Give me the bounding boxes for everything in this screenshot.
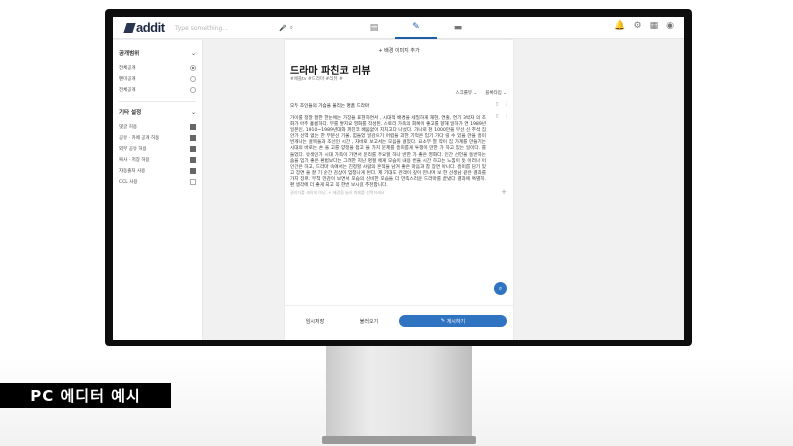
monitor: addit Type something... 🎤 ⌕ ▤ ✎ ▬ 🔔 ⚙ ▦ … (105, 9, 692, 346)
document-icon: ▤ (369, 23, 379, 33)
block-handles: ⠿ ⋮ (495, 114, 509, 120)
monitor-stand (326, 346, 472, 442)
visibility-section-header[interactable]: 공개범위 ⌄ (119, 49, 196, 58)
post-title[interactable]: 드라마 파친코 리뷰 (290, 62, 371, 77)
add-cover-image-link[interactable]: + 배경 이미지 추가 (285, 47, 513, 54)
magnify-icon: ⌕ (498, 284, 503, 292)
screen: addit Type something... 🎤 ⌕ ▤ ✎ ▬ 🔔 ⚙ ▦ … (113, 17, 684, 340)
setting-option[interactable]: 공유 · 카페 공개 허용 (119, 132, 196, 143)
bell-icon[interactable]: 🔔 (614, 21, 625, 31)
setting-option-label: 외부 공유 허용 (119, 146, 147, 152)
pencil-icon: ✎ (412, 22, 420, 32)
setting-option-label: CCL 사용 (119, 179, 138, 185)
header-actions: 🔔 ⚙ ▦ ◉ (614, 21, 674, 31)
paragraph-block[interactable]: 모두 조인들의 가슴을 울리는 명품 드라마 (290, 103, 495, 109)
tab-chat[interactable]: ▬ (437, 17, 479, 39)
editor-options: 스크롤뷰 ⌄ 블록타입 ⌄ (455, 90, 507, 96)
radio-button[interactable] (190, 86, 196, 93)
visibility-option[interactable]: 전체공개 (119, 62, 196, 73)
setting-option[interactable]: 외부 공유 허용 (119, 143, 196, 154)
top-bar: addit Type something... 🎤 ⌕ ▤ ✎ ▬ 🔔 ⚙ ▦ … (113, 17, 684, 39)
editor-panel: + 배경 이미지 추가 드라마 파친코 리뷰 #애플tv #드라마 #리뷰 # … (285, 40, 513, 340)
view-mode-label: 스크롤뷰 (455, 91, 472, 96)
block-menu-icon[interactable]: ⋮ (504, 114, 509, 120)
gear-icon[interactable]: ⚙ (634, 21, 642, 31)
paragraph-block[interactable]: 가이를 정말 잘한 한눈에는 가장을 표현하면서 , 시대적 배경을 세밀하게 … (290, 116, 486, 189)
setting-option-label: 복사 · 저장 허용 (119, 157, 150, 163)
drag-handle-icon[interactable]: ⠿ (495, 114, 499, 120)
radio-button[interactable] (190, 75, 196, 82)
setting-option[interactable]: 복사 · 저장 허용 (119, 154, 196, 165)
settings-sidebar: 공개범위 ⌄ 전체공개 팬미공개 전체공개 기타 설정 ⌄ 댓글 허용 공유 ·… (113, 40, 203, 340)
apps-grid-icon[interactable]: ▦ (650, 21, 659, 31)
search-bar[interactable]: Type something... 🎤 ⌕ (175, 22, 293, 34)
post-tags[interactable]: #애플tv #드라마 #리뷰 # (290, 76, 343, 82)
other-settings-header[interactable]: 기타 설정 ⌄ (119, 108, 196, 117)
caption: PC 에디터 예시 (0, 383, 171, 408)
drag-handle-icon[interactable]: ⠿ (495, 102, 499, 108)
radio-button[interactable] (190, 64, 196, 71)
chevron-down-icon: ⌄ (503, 91, 507, 96)
checkbox[interactable] (190, 123, 196, 130)
profile-icon[interactable]: ◉ (666, 21, 674, 31)
chat-icon: ▬ (453, 23, 463, 33)
chevron-down-icon[interactable]: ⌄ (191, 109, 196, 116)
view-mode-dropdown[interactable]: 스크롤뷰 ⌄ (455, 90, 477, 96)
visibility-option-label: 팬미공개 (119, 76, 136, 82)
checkbox[interactable] (190, 156, 196, 163)
editor-footer: 임시저장 불러오기 ✎ 게시하기 (285, 305, 513, 340)
paragraph-text: 모두 조인들의 가슴을 울리는 명품 드라마 (290, 104, 370, 109)
zoom-button[interactable]: ⌕ (494, 282, 507, 295)
setting-option-label: 공유 · 카페 공개 허용 (119, 135, 160, 141)
checkbox[interactable] (190, 145, 196, 152)
checkbox[interactable] (190, 167, 196, 174)
chevron-down-icon[interactable]: ⌄ (191, 50, 196, 57)
logo[interactable]: addit (123, 20, 165, 35)
paragraph-text: 가이를 정말 잘한 한눈에는 가장을 표현하면서 , 시대적 배경을 세밀하게 … (290, 116, 486, 189)
visibility-option-label: 전체공개 (119, 87, 136, 93)
setting-option[interactable]: 댓글 허용 (119, 121, 196, 132)
tab-feed[interactable]: ▤ (353, 17, 395, 39)
visibility-option-label: 전체공개 (119, 65, 136, 71)
search-icon[interactable]: ⌕ (290, 24, 293, 32)
checkbox[interactable] (190, 178, 196, 185)
monitor-base (322, 436, 476, 444)
load-draft-button[interactable]: 불러오기 (347, 315, 391, 327)
setting-option[interactable]: 자동출처 사용 (119, 165, 196, 176)
logo-text: addit (136, 20, 165, 35)
setting-option-label: 댓글 허용 (119, 124, 137, 130)
block-type-label: 블록타입 (485, 91, 502, 96)
tab-write[interactable]: ✎ (395, 17, 437, 39)
save-draft-button[interactable]: 임시저장 (293, 315, 337, 327)
checkbox[interactable] (190, 134, 196, 141)
other-settings-title: 기타 설정 (119, 110, 142, 116)
divider (119, 101, 196, 102)
publish-label: 게시하기 (446, 318, 466, 325)
setting-option[interactable]: CCL 사용 (119, 176, 196, 187)
publish-button[interactable]: ✎ 게시하기 (399, 315, 507, 327)
visibility-section-title: 공개범위 (119, 51, 140, 57)
stage: addit Type something... 🎤 ⌕ ▤ ✎ ▬ 🔔 ⚙ ▦ … (0, 0, 793, 446)
search-input[interactable]: Type something... (175, 25, 276, 32)
block-menu-icon[interactable]: ⋮ (504, 102, 509, 108)
chevron-down-icon: ⌄ (473, 91, 478, 96)
visibility-option[interactable]: 팬미공개 (119, 73, 196, 84)
logo-mark-icon (123, 23, 136, 33)
setting-option-label: 자동출처 사용 (119, 168, 146, 174)
editor-hint: 권리자를 새하게 마냥..+ 배경을 눌러 화제를 선택하세요 (290, 190, 385, 195)
block-type-dropdown[interactable]: 블록타입 ⌄ (485, 90, 507, 96)
block-handles: ⠿ ⋮ (495, 102, 509, 108)
mode-tabs: ▤ ✎ ▬ (353, 17, 479, 39)
visibility-option[interactable]: 전체공개 (119, 84, 196, 95)
add-block-icon[interactable]: + (501, 188, 507, 196)
microphone-icon[interactable]: 🎤 (279, 25, 286, 32)
